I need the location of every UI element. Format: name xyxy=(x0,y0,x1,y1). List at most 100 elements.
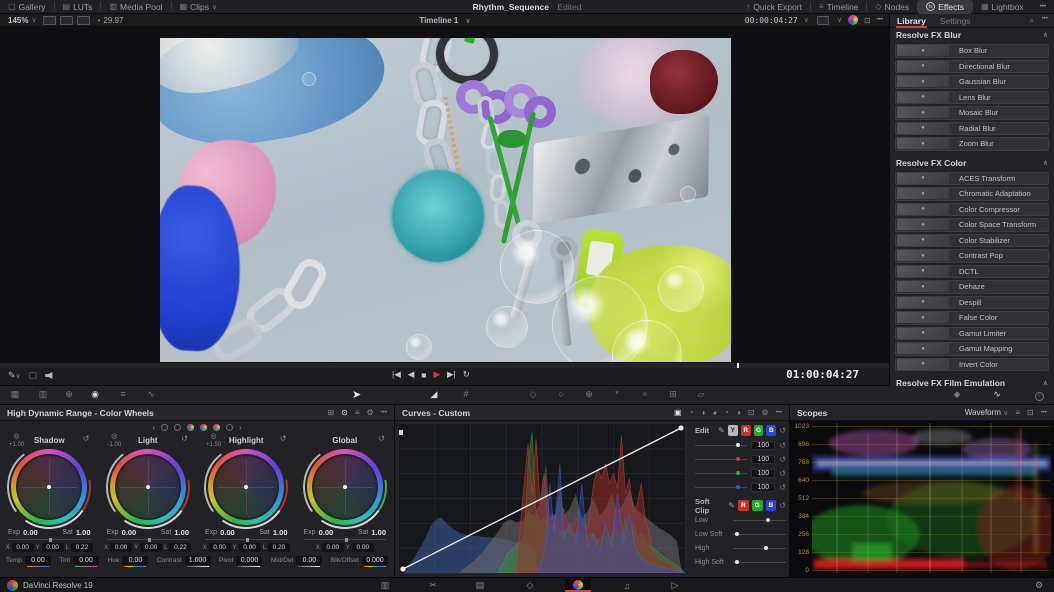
qualifier-icon[interactable]: ◇ xyxy=(524,389,542,400)
window-more-button[interactable]: ••• xyxy=(1032,0,1054,14)
effect-item-mosaic-blur[interactable]: ●Mosaic Blur xyxy=(895,106,1049,120)
wheel-range-icon[interactable]: ◎-1.00 xyxy=(108,434,122,448)
effect-item-color-compressor[interactable]: ●Color Compressor xyxy=(895,203,1049,217)
viewer-more-icon[interactable]: ••• xyxy=(877,17,883,23)
curve-mode-custom-icon[interactable]: ▣ xyxy=(674,408,682,417)
reset-icon[interactable]: ↺ xyxy=(779,483,786,492)
curve-mode-icon[interactable]: ◔ xyxy=(724,408,729,417)
wheel-page-dot-active[interactable] xyxy=(187,424,194,431)
exposure-value[interactable]: 0.00 xyxy=(220,528,235,537)
pager-left-icon[interactable]: ‹ xyxy=(152,423,155,432)
info-icon[interactable]: i xyxy=(1030,389,1048,401)
reset-icon[interactable]: ↺ xyxy=(779,441,786,450)
soft-clip-g-button[interactable]: G xyxy=(752,500,763,511)
color-match-icon[interactable]: ▥ xyxy=(34,389,52,400)
exposure-value[interactable]: 0.00 xyxy=(122,528,137,537)
search-icon[interactable]: ⌕ xyxy=(1029,16,1033,26)
timeline-selector[interactable]: Timeline 1 ∨ xyxy=(360,16,530,25)
effect-item-zoom-blur[interactable]: ●Zoom Blur xyxy=(895,137,1049,151)
tab-library[interactable]: Library xyxy=(890,14,933,28)
effect-item-invert-color[interactable]: ●Invert Color xyxy=(895,358,1049,372)
color-wheel-control[interactable] xyxy=(307,449,383,525)
l-value[interactable]: 0.20 xyxy=(268,543,290,552)
curves-icon[interactable]: ◢ xyxy=(425,389,443,400)
soft-clip-r-button[interactable]: R xyxy=(738,500,749,511)
temp-control[interactable]: Temp0.00 xyxy=(6,556,51,565)
saturation-value[interactable]: 1.00 xyxy=(371,528,386,537)
motion-effects-icon[interactable]: ∿ xyxy=(142,389,160,400)
page-fusion-icon[interactable]: ◇ xyxy=(517,579,543,592)
add-wheel-icon[interactable]: ⊞ xyxy=(327,408,334,417)
sizing-icon[interactable]: ▱ xyxy=(692,389,710,400)
wheels-settings-icon[interactable]: ⚙ xyxy=(367,408,374,417)
l-value[interactable]: 0.22 xyxy=(71,543,93,552)
stop-button[interactable]: ■ xyxy=(421,370,426,380)
page-media-icon[interactable]: ▥ xyxy=(372,579,398,592)
effect-item-color-stabilizer[interactable]: ●Color Stabilizer xyxy=(895,234,1049,248)
single-clip-view-icon[interactable] xyxy=(43,16,56,25)
tracker-icon[interactable]: ⊕ xyxy=(580,389,598,400)
reset-icon[interactable]: ↺ xyxy=(378,434,385,443)
effects-button[interactable]: fx Effects xyxy=(918,0,972,14)
color-wheel-control[interactable] xyxy=(110,449,186,525)
wheels-mode-icon[interactable]: ⊙ xyxy=(341,408,348,417)
curve-mode-icon[interactable]: ◕ xyxy=(712,408,717,417)
page-edit-icon[interactable]: ▤ xyxy=(467,579,493,592)
tab-settings[interactable]: Settings xyxy=(933,14,978,28)
exposure-slider[interactable] xyxy=(304,539,387,540)
x-value[interactable]: 0.00 xyxy=(110,543,132,552)
y-value[interactable]: 0.00 xyxy=(352,543,374,552)
color-wheel-control[interactable] xyxy=(208,449,284,525)
low-soft-slider[interactable] xyxy=(733,534,786,535)
gain-value-g[interactable]: 100 xyxy=(751,469,775,478)
expand-scope-icon[interactable]: ⊡ xyxy=(1027,408,1034,417)
tint-control[interactable]: Tint0.00 xyxy=(59,556,99,565)
go-to-end-button[interactable]: ▶| xyxy=(447,369,456,380)
y-value[interactable]: 0.00 xyxy=(140,543,162,552)
wheel-page-dot[interactable] xyxy=(226,424,233,431)
gain-value-y[interactable]: 100 xyxy=(751,441,775,450)
wheel-range-icon[interactable]: ◎+1.00 xyxy=(9,434,24,448)
gain-slider-r[interactable] xyxy=(695,459,747,460)
effect-item-despill[interactable]: ●Despill xyxy=(895,296,1049,310)
taskbar-settings-icon[interactable]: ⚙ xyxy=(1026,579,1052,592)
magic-mask-icon[interactable]: * xyxy=(608,389,626,399)
gallery-button[interactable]: ▢ Gallery xyxy=(0,0,54,14)
reset-icon[interactable]: ↺ xyxy=(181,434,188,443)
key-palette-icon[interactable]: ⊞ xyxy=(664,389,682,400)
effect-item-gamut-mapping[interactable]: ●Gamut Mapping xyxy=(895,342,1049,356)
window-icon[interactable]: ○ xyxy=(552,389,570,399)
page-color-icon[interactable] xyxy=(565,579,591,592)
go-to-start-button[interactable]: |◀ xyxy=(392,369,401,380)
timeline-view-button[interactable]: ≡ Timeline xyxy=(811,0,866,14)
gain-value-b[interactable]: 100 xyxy=(751,483,775,492)
curve-mode-icon[interactable]: ◔ xyxy=(689,408,694,417)
page-fairlight-icon[interactable]: ♫ xyxy=(614,579,640,592)
effect-item-directional-blur[interactable]: ●Directional Blur xyxy=(895,60,1049,74)
high-soft-slider[interactable] xyxy=(733,562,786,563)
viewer-zoom-select[interactable]: 145% ∨ xyxy=(0,13,41,27)
wheel-cursor[interactable] xyxy=(343,485,347,489)
reset-icon[interactable]: ↺ xyxy=(779,426,786,435)
low-slider[interactable] xyxy=(733,520,786,521)
camera-raw-icon[interactable]: ▦ xyxy=(6,389,24,400)
annotation-pen-tool[interactable]: ✎∨ xyxy=(8,370,21,381)
color-warper-icon[interactable]: # xyxy=(457,389,475,399)
reset-icon[interactable]: ↺ xyxy=(779,455,786,464)
step-back-button[interactable]: ◀ xyxy=(408,369,415,380)
effect-item-color-space-transform[interactable]: ●Color Space Transform xyxy=(895,218,1049,232)
curves-settings-icon[interactable]: ⚙ xyxy=(762,408,769,417)
wipe-mode-icon[interactable]: ▢ xyxy=(29,370,38,381)
viewer-area[interactable] xyxy=(0,27,889,363)
luts-button[interactable]: ▤ LUTs xyxy=(55,0,101,14)
wheel-range-icon[interactable]: ◎+1.50 xyxy=(206,434,221,448)
hue-control[interactable]: Hue0.00 xyxy=(108,556,149,565)
l-value[interactable]: 0.22 xyxy=(169,543,191,552)
library-more-icon[interactable]: ••• xyxy=(1042,16,1048,26)
effect-item-contrast-pop[interactable]: ●Contrast Pop xyxy=(895,249,1049,263)
pager-right-icon[interactable]: › xyxy=(239,423,242,432)
exposure-value[interactable]: 0.00 xyxy=(319,528,334,537)
gain-value-r[interactable]: 100 xyxy=(751,455,775,464)
exposure-slider[interactable] xyxy=(107,539,190,540)
wheel-page-dot-active[interactable] xyxy=(213,424,220,431)
